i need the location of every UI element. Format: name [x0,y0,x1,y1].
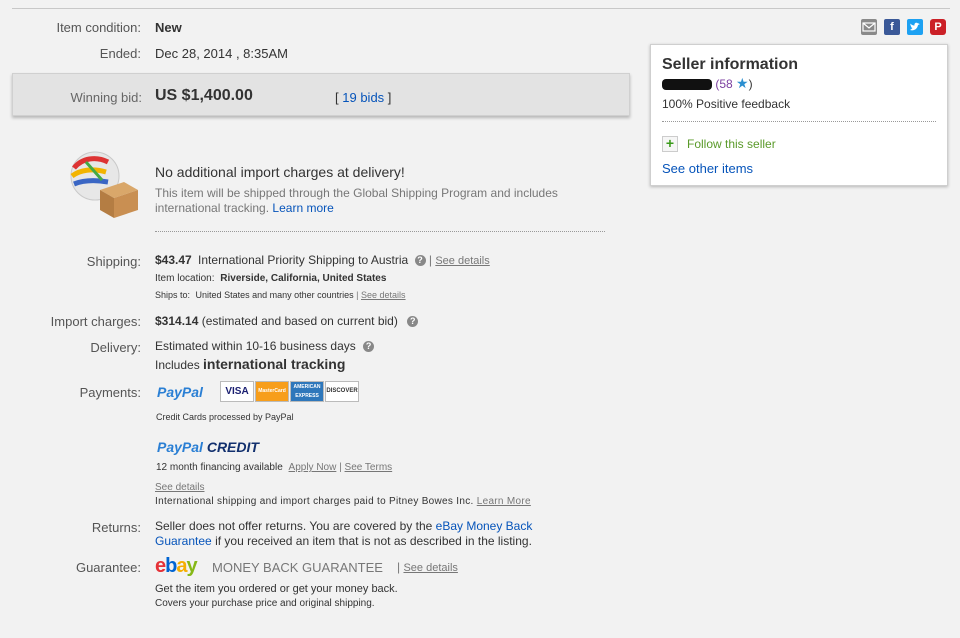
redacted-seller-name [662,79,712,91]
pitney-note: International shipping and import charge… [155,496,531,507]
seller-divider [662,121,936,122]
winning-bid-label: Winning bid: [70,90,142,105]
ebay-logo-e: e [155,555,166,577]
guarantee-title: MONEY BACK GUARANTEE [212,560,383,575]
shipping-price: $43.47 [155,253,192,267]
ships-to-value: United States and many other countries [195,290,354,300]
positive-feedback: 100% Positive feedback [662,97,791,111]
item-location-value: Riverside, California, United States [220,273,387,284]
ebay-logo-y: y [186,555,197,577]
import-notice-text: This item will be shipped through the Gl… [155,186,595,216]
winning-bid-value: US $1,400.00 [155,87,253,104]
payments-label: Payments: [79,385,141,400]
shipping-row: $43.47 International Priority Shipping t… [155,253,490,267]
ended-value: Dec 28, 2014 , 8:35AM [155,46,288,61]
delivery-includes: Includes [155,358,200,372]
bids-count: [ 19 bids ] [335,90,391,105]
paypal-credit-logo: PayPal CREDIT [157,439,259,455]
item-condition-label: Item condition: [56,20,141,35]
returns-text: Seller does not offer returns. You are c… [155,519,585,549]
amex-icon: AMERICAN EXPRESS [290,381,324,402]
import-notice-title: No additional import charges at delivery… [155,164,405,180]
delivery-label: Delivery: [90,340,141,355]
apply-now-link[interactable]: Apply Now [289,462,337,473]
paypal-logo: PayPal [157,384,203,400]
seller-info-box: Seller information (58 ★) 100% Positive … [650,44,948,186]
ships-to: Ships to: United States and many other c… [155,290,406,300]
globe-box-icon [62,148,142,218]
seller-name-row: (58 ★) [662,75,753,92]
shipping-service: International Priority Shipping to Austr… [198,253,409,267]
notice-divider [155,231,605,232]
delivery-line2: Includes international tracking [155,356,345,372]
ebay-logo-b: b [165,555,177,577]
cards-note: Credit Cards processed by PayPal [156,412,294,422]
follow-seller-link[interactable]: Follow this seller [687,137,776,151]
delivery-tracking: international tracking [203,356,346,372]
ships-to-see-details-link[interactable]: See details [361,290,406,300]
plus-icon[interactable]: + [662,136,678,152]
returns-after: if you received an item that is not as d… [215,534,532,548]
guarantee-see-details-link[interactable]: See details [403,562,457,574]
visa-icon: VISA [220,381,254,402]
financing-text: 12 month financing available [156,462,283,473]
see-terms-link[interactable]: See Terms [345,462,393,473]
guarantee-line2: Covers your purchase price and original … [155,598,375,609]
discover-icon: DISCOVER [325,381,359,402]
bracket-open: [ [335,90,339,105]
import-charges-note: (estimated and based on current bid) [201,314,398,328]
ebay-logo: ebay [155,555,198,578]
top-divider [12,8,950,9]
paypal-logo-text: PayPal [157,384,203,400]
guarantee-line1: Get the item you ordered or get your mon… [155,583,398,595]
twitter-icon[interactable] [907,19,923,35]
returns-label: Returns: [91,520,141,535]
pitney-text: International shipping and import charge… [155,496,474,507]
question-icon[interactable]: ? [407,316,419,328]
learn-more-link[interactable]: Learn more [272,201,333,215]
returns-before: Seller does not offer returns. You are c… [155,519,433,533]
import-charges-price: $314.14 [155,314,199,328]
seller-info-title: Seller information [662,56,799,73]
shipping-label: Shipping: [86,254,141,269]
ended-label: Ended: [99,46,141,61]
feedback-score-link[interactable]: (58 [715,77,732,91]
ships-to-label: Ships to: [155,290,191,300]
item-location: Item location: Riverside, California, Un… [155,273,386,284]
pitney-learn-more-link[interactable]: Learn More [477,496,531,507]
item-condition-value: New [155,20,182,35]
delivery-estimate: Estimated within 10-16 business days [155,339,356,353]
import-notice-body: This item will be shipped through the Gl… [155,186,558,215]
mastercard-icon: MasterCard [255,381,289,402]
shipping-see-details-link[interactable]: See details [435,255,489,267]
question-icon[interactable]: ? [363,341,375,353]
see-other-items-link[interactable]: See other items [662,161,753,176]
financing-row: 12 month financing available Apply Now |… [156,462,393,473]
ebay-logo-a: a [176,555,187,577]
import-charges-label: Import charges: [50,314,141,329]
feedback-close: ) [748,77,753,91]
bids-link[interactable]: 19 bids [342,90,384,105]
question-icon[interactable]: ? [414,255,426,267]
payments-see-details-link[interactable]: See details [155,482,204,493]
pinterest-icon[interactable]: P [930,19,946,35]
import-charges-row: $314.14 (estimated and based on current … [155,314,419,328]
bracket-close: ] [387,90,392,105]
guarantee-label: Guarantee: [75,560,141,575]
card-logos: VISA MasterCardAMERICAN EXPRESSDISCOVER [220,381,360,402]
paypal-credit-pay: PayPal [157,439,203,455]
item-location-label: Item location: [155,273,215,284]
facebook-icon[interactable]: f [884,19,900,35]
delivery-line1: Estimated within 10-16 business days ? [155,339,375,353]
envelope-icon[interactable] [861,19,877,35]
paypal-credit-credit: CREDIT [206,439,259,455]
star-icon: ★ [736,75,749,91]
guarantee-details: | See details [397,560,458,574]
winning-bid-box: Winning bid: US $1,400.00 [ 19 bids ] [12,73,630,116]
